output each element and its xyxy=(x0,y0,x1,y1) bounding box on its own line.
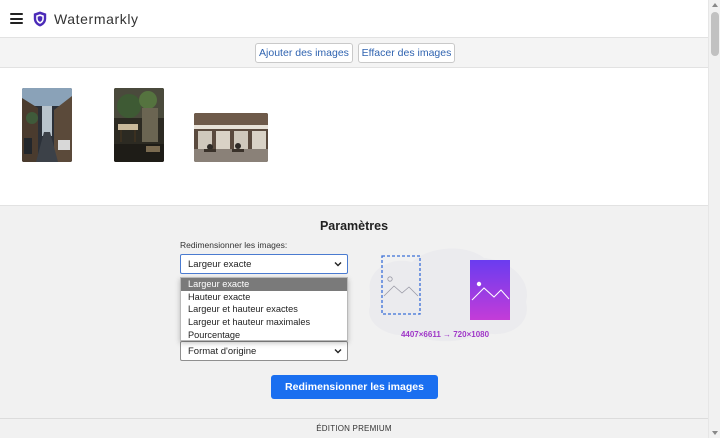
footer-edition: ÉDITION PREMIUM xyxy=(0,418,708,438)
dropdown-option[interactable]: Largeur et hauteur maximales xyxy=(181,316,347,329)
menu-icon[interactable] xyxy=(10,13,23,24)
resize-illustration xyxy=(369,248,527,342)
image-thumbnail[interactable] xyxy=(194,113,268,162)
shield-logo-icon xyxy=(33,11,47,27)
dimensions-text: 4407×6611 → 720×1080 xyxy=(400,330,490,339)
image-thumbnail[interactable] xyxy=(22,88,72,162)
resize-images-button[interactable]: Redimensionner les images xyxy=(271,375,438,399)
settings-title: Paramètres xyxy=(319,219,389,233)
image-thumbnail[interactable] xyxy=(114,88,164,162)
app-title: Watermarkly xyxy=(54,11,139,27)
image-gallery xyxy=(0,68,708,206)
resize-label: Redimensionner les images: xyxy=(180,240,288,250)
scroll-up-icon[interactable] xyxy=(712,3,718,7)
add-images-button[interactable]: Ajouter des images xyxy=(255,43,353,63)
resize-mode-select[interactable]: Largeur exacte xyxy=(180,254,348,274)
resize-mode-dropdown: Largeur exacte Hauteur exacte Largeur et… xyxy=(180,277,348,341)
app-header: Watermarkly xyxy=(0,0,708,38)
format-value: Format d'origine xyxy=(188,345,257,357)
chevron-down-icon xyxy=(334,262,342,267)
scroll-down-icon[interactable] xyxy=(712,431,718,435)
chevron-down-icon xyxy=(334,349,342,354)
resize-mode-value: Largeur exacte xyxy=(188,258,252,270)
dropdown-option[interactable]: Hauteur exacte xyxy=(181,291,347,304)
dropdown-option[interactable]: Largeur exacte xyxy=(181,278,347,291)
clear-images-button[interactable]: Effacer des images xyxy=(358,43,455,63)
image-toolbar: Ajouter des images Effacer des images xyxy=(0,38,708,68)
format-select[interactable]: Format d'origine xyxy=(180,341,348,361)
scrollbar[interactable] xyxy=(708,0,720,438)
dropdown-option[interactable]: Pourcentage xyxy=(181,329,347,342)
dropdown-option[interactable]: Largeur et hauteur exactes xyxy=(181,303,347,316)
scrollbar-thumb[interactable] xyxy=(711,12,719,56)
